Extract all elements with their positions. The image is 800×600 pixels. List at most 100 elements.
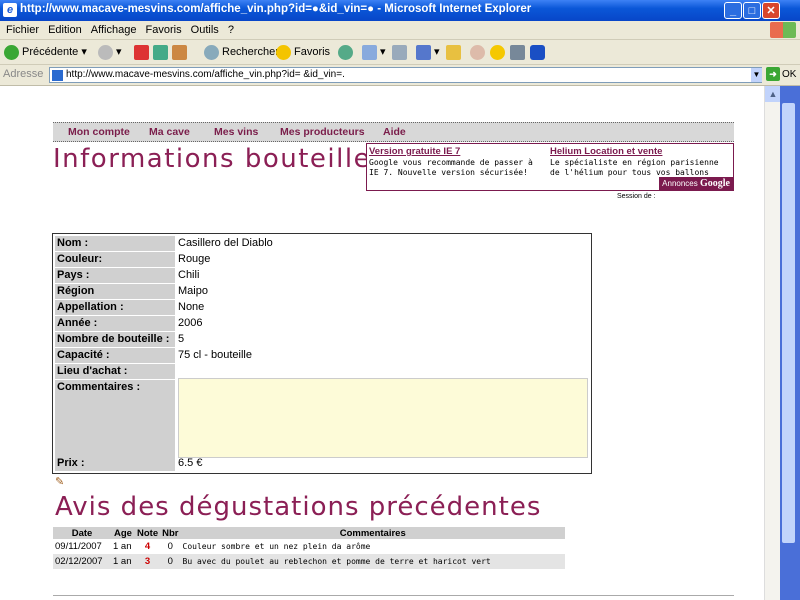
favorites-button[interactable]: Favoris (276, 43, 330, 61)
print-icon (392, 44, 407, 60)
nav-mes-vins[interactable]: Mes vins (214, 126, 258, 138)
value-pays: Chili (178, 269, 200, 281)
value-capacite: 75 cl - bouteille (178, 349, 252, 361)
value-nom: Casillero del Diablo (178, 237, 273, 249)
mail-icon (362, 44, 377, 60)
address-dropdown-button[interactable]: ▼ (751, 68, 762, 82)
tools-icon (510, 44, 525, 60)
menu-fichier[interactable]: Fichier (6, 21, 39, 39)
cell-note: 4 (144, 541, 151, 552)
tools-button[interactable] (510, 43, 528, 61)
label-pays: Pays : (55, 268, 175, 283)
label-prix: Prix : (55, 456, 175, 471)
close-button[interactable]: ✕ (762, 2, 780, 19)
history-icon (338, 44, 353, 60)
ad-text: Google vous recommande de passer à IE 7.… (369, 158, 533, 177)
label-annee: Année : (55, 316, 175, 331)
scroll-up-button[interactable]: ▲ (765, 86, 781, 102)
label-region: Région (55, 284, 175, 299)
refresh-icon (153, 44, 168, 60)
col-header-date: Date (53, 527, 111, 539)
value-couleur: Rouge (178, 253, 211, 265)
bluetooth-button[interactable] (530, 43, 548, 61)
value-prix: 6.5 € (178, 457, 203, 469)
cell-comment: Couleur sombre et un nez plein da arôme (182, 542, 371, 551)
menu-help[interactable]: ? (228, 21, 234, 39)
ads-badge-prefix: Annonces (662, 179, 698, 188)
smiley-button[interactable] (490, 43, 508, 61)
forward-button[interactable]: ▾ (98, 43, 122, 61)
back-label: Précédente (22, 46, 79, 58)
edit-button[interactable]: ▾ (416, 43, 440, 61)
ad-title[interactable]: Version gratuite IE 7 (369, 147, 544, 157)
ad-text: Le spécialiste en région parisienne de l… (550, 158, 719, 177)
window-titlebar: e http://www.macave-mesvins.com/affiche_… (0, 0, 800, 21)
value-nombre: 5 (178, 333, 185, 345)
label-couleur: Couleur: (55, 252, 175, 267)
value-region: Maipo (178, 285, 208, 297)
minimize-button[interactable]: _ (724, 2, 742, 19)
nav-mes-producteurs[interactable]: Mes producteurs (280, 126, 365, 138)
address-input[interactable]: http://www.macave-mesvins.com/affiche_vi… (49, 67, 762, 83)
page-scrollbar[interactable]: ▲ (764, 86, 781, 600)
label-nom: Nom : (55, 236, 175, 251)
table-header-row: Date Age Note Nbr Commentaires (53, 527, 565, 539)
google-logo: Google (700, 178, 730, 189)
messenger-button[interactable] (470, 43, 488, 61)
pencil-edit-icon[interactable]: ✎ (55, 475, 64, 488)
col-header-age: Age (111, 527, 135, 539)
bluetooth-icon (530, 44, 545, 60)
value-annee: 2006 (178, 317, 203, 329)
menu-bar: Fichier Edition Affichage Favoris Outils… (0, 21, 800, 40)
ad-item[interactable]: Helium Location et vente Le spécialiste … (550, 147, 725, 178)
mail-button[interactable]: ▾ (362, 43, 386, 61)
cell-age: 1 an (111, 554, 135, 569)
folder-button[interactable] (446, 43, 464, 61)
menu-edition[interactable]: Edition (48, 21, 82, 39)
ie-logo-icon: e (3, 3, 17, 17)
history-button[interactable] (338, 43, 356, 61)
search-button[interactable]: Rechercher (204, 43, 279, 61)
cell-nbr: 0 (167, 541, 173, 552)
smiley-icon (490, 44, 505, 60)
footer-divider (53, 595, 734, 596)
label-commentaires: Commentaires : (55, 380, 175, 458)
table-row[interactable]: 02/12/2007 1 an 3 0 Bu avec du poulet au… (53, 554, 565, 569)
nav-mon-compte[interactable]: Mon compte (68, 126, 130, 138)
address-label: Adresse (3, 68, 44, 80)
maximize-button[interactable]: □ (743, 2, 761, 19)
edit-icon (416, 44, 431, 60)
menu-favoris[interactable]: Favoris (146, 21, 182, 39)
print-button[interactable] (392, 43, 410, 61)
ads-badge[interactable]: Annonces Google (659, 177, 733, 190)
home-button[interactable] (172, 43, 190, 61)
back-button[interactable]: Précédente ▾ (4, 43, 87, 61)
refresh-button[interactable] (153, 43, 171, 61)
tasting-section-title: Avis des dégustations précédentes (55, 492, 542, 522)
forward-arrow-icon (98, 44, 113, 60)
go-button[interactable]: ➜ OK (766, 67, 796, 81)
cell-comment: Bu avec du poulet au reblechon et pomme … (180, 554, 565, 569)
col-header-nbr: Nbr (160, 527, 181, 539)
page-title: Informations bouteille (53, 144, 372, 174)
cell-date: 09/11/2007 (55, 541, 102, 552)
page-icon (52, 70, 63, 81)
cell-note: 3 (135, 554, 161, 569)
page-viewport: Mon compte Ma cave Mes vins Mes producte… (0, 86, 764, 600)
window-title: http://www.macave-mesvins.com/affiche_vi… (20, 3, 532, 15)
ad-item[interactable]: Version gratuite IE 7 Google vous recomm… (369, 147, 544, 178)
nav-aide[interactable]: Aide (383, 126, 406, 138)
table-row[interactable]: 09/11/2007 1 an 4 0 Couleur sombre et un… (53, 539, 565, 554)
scrollbar-thumb[interactable] (782, 103, 795, 543)
nav-ma-cave[interactable]: Ma cave (149, 126, 190, 138)
stop-button[interactable] (134, 43, 152, 61)
google-ads-box: Version gratuite IE 7 Google vous recomm… (366, 143, 734, 191)
ad-title[interactable]: Helium Location et vente (550, 147, 725, 157)
menu-affichage[interactable]: Affichage (91, 21, 137, 39)
cell-age: 1 an (113, 541, 132, 552)
tasting-table: Date Age Note Nbr Commentaires 09/11/200… (53, 527, 565, 569)
commentaires-textarea[interactable] (178, 378, 588, 458)
toolbar: Précédente ▾ ▾ Rechercher Favoris ▾ ▾ (0, 40, 800, 65)
scrollbar-thumb-track[interactable] (780, 86, 800, 600)
menu-outils[interactable]: Outils (191, 21, 219, 39)
